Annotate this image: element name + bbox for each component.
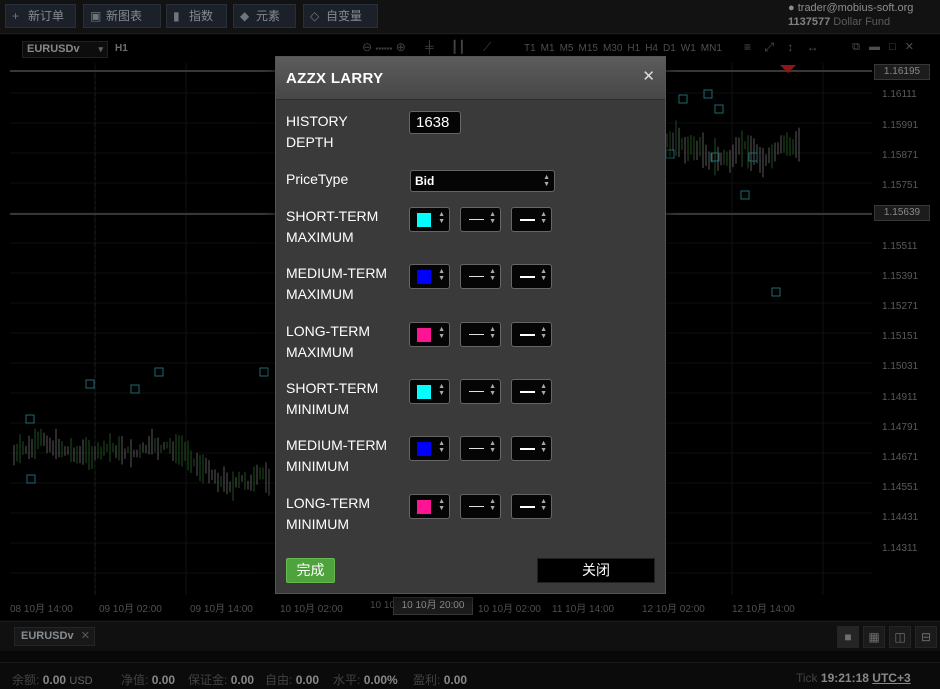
updown-arrows-icon: ▲ ▼	[540, 326, 547, 340]
close-button[interactable]: 关闭	[537, 558, 655, 583]
updown-arrows-icon: ▲ ▼	[540, 383, 547, 397]
updown-arrows-icon: ▲ ▼	[540, 268, 547, 282]
line-width-icon	[520, 334, 535, 336]
line-style-select[interactable]: ▲ ▼	[460, 494, 501, 519]
updown-arrows-icon: ▲ ▼	[438, 498, 445, 512]
color-swatch	[417, 385, 431, 399]
color-swatch	[417, 328, 431, 342]
color-picker[interactable]: ▲ ▼	[409, 436, 450, 461]
line-style-icon	[469, 506, 484, 507]
line-row-label: MEDIUM-TERM MAXIMUM	[286, 265, 388, 302]
line-width-icon	[520, 276, 535, 278]
updown-arrows-icon: ▲ ▼	[540, 211, 547, 225]
color-picker[interactable]: ▲ ▼	[409, 379, 450, 404]
updown-arrows-icon: ▲ ▼	[438, 211, 445, 225]
line-style-select[interactable]: ▲ ▼	[460, 264, 501, 289]
line-style-icon	[469, 276, 484, 277]
line-width-select[interactable]: ▲ ▼	[511, 494, 552, 519]
line-row-label: MEDIUM-TERM MINIMUM	[286, 437, 388, 474]
line-row-label: SHORT-TERM MINIMUM	[286, 380, 379, 417]
line-style-icon	[469, 391, 484, 392]
updown-arrows-icon: ▲ ▼	[540, 498, 547, 512]
line-style-select[interactable]: ▲ ▼	[460, 379, 501, 404]
color-picker[interactable]: ▲ ▼	[409, 494, 450, 519]
color-swatch	[417, 213, 431, 227]
updown-arrows-icon: ▲ ▼	[438, 326, 445, 340]
updown-arrows-icon: ▲ ▼	[489, 498, 496, 512]
updown-arrows-icon: ▲ ▼	[438, 383, 445, 397]
color-swatch	[417, 500, 431, 514]
line-width-icon	[520, 448, 535, 450]
price-type-label: PriceType	[286, 171, 349, 187]
line-row-label: SHORT-TERM MAXIMUM	[286, 208, 379, 245]
line-row-label: LONG-TERM MINIMUM	[286, 495, 370, 532]
history-depth-label: HISTORY DEPTH	[286, 113, 348, 150]
dialog-header: AZZX LARRY ✕	[276, 57, 665, 100]
updown-arrows-icon: ▲ ▼	[489, 326, 496, 340]
price-type-value: Bid	[415, 174, 435, 188]
line-style-select[interactable]: ▲ ▼	[460, 207, 501, 232]
line-style-icon	[469, 448, 484, 449]
updown-arrows-icon: ▲ ▼	[543, 174, 550, 188]
done-button[interactable]: 完成	[286, 558, 335, 583]
line-width-select[interactable]: ▲ ▼	[511, 207, 552, 232]
updown-arrows-icon: ▲ ▼	[489, 268, 496, 282]
line-style-icon	[469, 334, 484, 335]
history-depth-input[interactable]: 1638	[409, 111, 461, 134]
color-swatch	[417, 270, 431, 284]
line-row-label: LONG-TERM MAXIMUM	[286, 323, 370, 360]
line-width-select[interactable]: ▲ ▼	[511, 264, 552, 289]
color-picker[interactable]: ▲ ▼	[409, 264, 450, 289]
trading-app: + 新订单 ▣ 新图表 ▮ 指数 ◆ 元素 ◇ 自变量 ● trader@mob…	[0, 0, 940, 689]
updown-arrows-icon: ▲ ▼	[540, 440, 547, 454]
line-style-icon	[469, 219, 484, 220]
line-width-icon	[520, 391, 535, 393]
updown-arrows-icon: ▲ ▼	[489, 383, 496, 397]
updown-arrows-icon: ▲ ▼	[438, 440, 445, 454]
line-width-select[interactable]: ▲ ▼	[511, 322, 552, 347]
color-picker[interactable]: ▲ ▼	[409, 207, 450, 232]
line-width-icon	[520, 506, 535, 508]
color-picker[interactable]: ▲ ▼	[409, 322, 450, 347]
color-swatch	[417, 442, 431, 456]
line-style-select[interactable]: ▲ ▼	[460, 436, 501, 461]
line-style-select[interactable]: ▲ ▼	[460, 322, 501, 347]
indicator-settings-dialog: AZZX LARRY ✕ HISTORY DEPTH 1638 PriceTyp…	[275, 56, 666, 594]
close-icon[interactable]: ✕	[642, 67, 655, 85]
updown-arrows-icon: ▲ ▼	[489, 440, 496, 454]
updown-arrows-icon: ▲ ▼	[438, 268, 445, 282]
line-width-icon	[520, 219, 535, 221]
dialog-title: AZZX LARRY	[286, 70, 384, 87]
price-type-select[interactable]: Bid ▲ ▼	[410, 170, 555, 192]
line-width-select[interactable]: ▲ ▼	[511, 379, 552, 404]
updown-arrows-icon: ▲ ▼	[489, 211, 496, 225]
line-width-select[interactable]: ▲ ▼	[511, 436, 552, 461]
